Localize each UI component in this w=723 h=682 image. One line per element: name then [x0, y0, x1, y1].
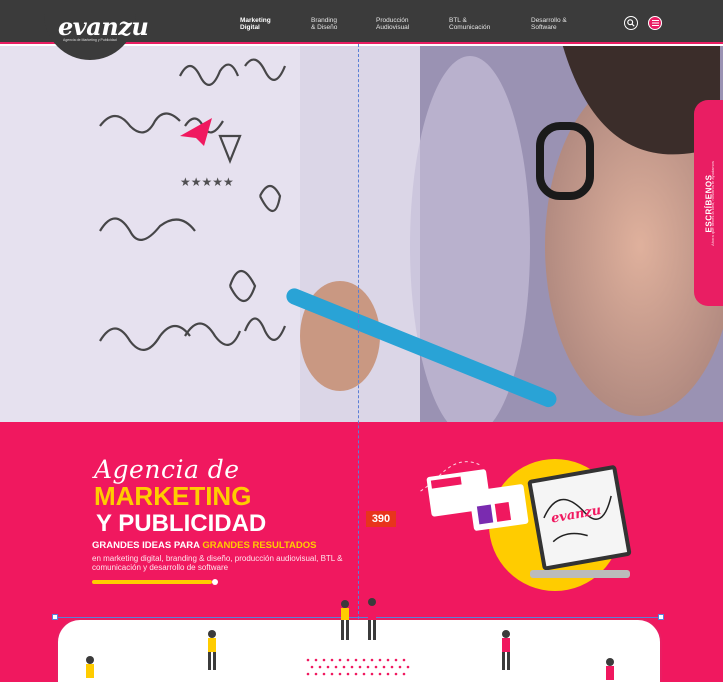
title-highlight: MARKETING: [94, 481, 252, 511]
contact-tab-sub-wrap: Ahora que tienes la idea, nosotros te ay…: [706, 100, 718, 306]
title-script: Agencia de: [94, 455, 240, 484]
subtitle: GRANDES IDEAS PARA GRANDES RESULTADOS: [92, 540, 317, 551]
brand-tagline: Agencia de Marketing y Publicidad: [63, 38, 117, 42]
brand-logo[interactable]: evanzu: [58, 12, 149, 41]
hero-image: ★★★★★: [0, 46, 723, 422]
svg-text:★★★★★: ★★★★★: [180, 175, 234, 189]
progress-bar: [92, 580, 212, 584]
layout-guide-vertical: [358, 44, 359, 619]
search-button[interactable]: [624, 16, 638, 30]
subtitle-prefix: GRANDES IDEAS PARA: [92, 540, 203, 551]
search-icon: [627, 19, 635, 27]
nav-item-branding[interactable]: Branding & Diseño: [311, 17, 369, 31]
menu-button[interactable]: [648, 16, 662, 30]
nav-item-marketing-digital[interactable]: Marketing Digital: [240, 17, 298, 31]
subtitle-highlight: GRANDES RESULTADOS: [202, 540, 317, 551]
hamburger-menu-icon: [651, 20, 659, 26]
whiteboard-photo: ★★★★★: [0, 46, 723, 422]
top-navbar: evanzu Agencia de Marketing y Publicidad…: [0, 0, 723, 60]
nav-item-btl[interactable]: BTL & Comunicación: [449, 17, 507, 31]
progress-dot: [212, 579, 218, 585]
nav-item-produccion[interactable]: Producción Audiovisual: [376, 17, 434, 31]
count-badge: 390: [366, 511, 396, 527]
people-illustration: [86, 598, 614, 680]
description: en marketing digital, branding & diseño,…: [92, 554, 343, 572]
nav-item-desarrollo[interactable]: Desarrollo & Software: [531, 17, 589, 31]
title-main: Y PUBLICIDAD: [96, 510, 267, 537]
contact-tab-sub: Ahora que tienes la idea, nosotros te ay…: [709, 160, 715, 246]
laptop-illustration: evanzu: [420, 459, 632, 591]
